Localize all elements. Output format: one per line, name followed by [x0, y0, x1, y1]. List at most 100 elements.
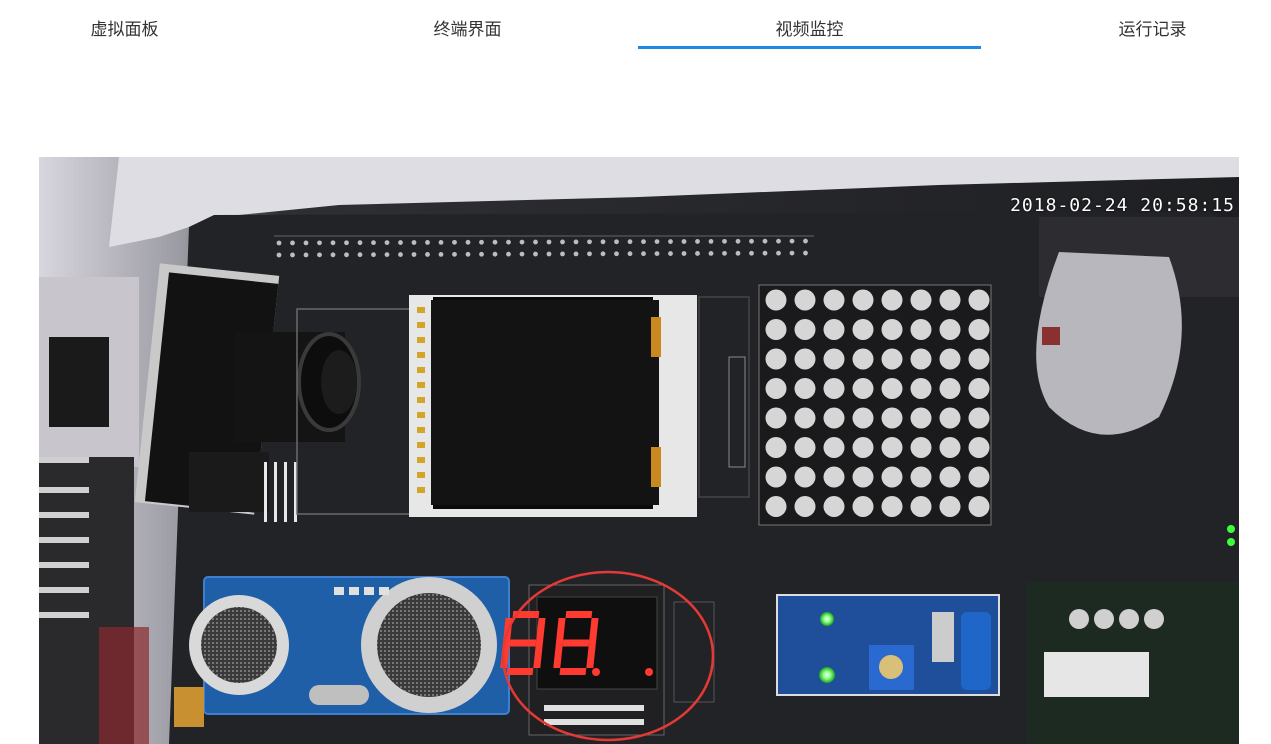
header-pin — [641, 251, 646, 257]
segment — [565, 611, 593, 618]
header-pin — [506, 239, 511, 245]
header-pin — [695, 239, 700, 244]
matrix-led — [910, 289, 932, 311]
header-pin — [735, 250, 741, 256]
header-pin — [681, 251, 687, 256]
matrix-led — [881, 289, 903, 311]
matrix-led — [910, 437, 932, 458]
header-pin — [762, 250, 768, 256]
segment — [506, 668, 534, 675]
tab-bar: 虚拟面板 终端界面 视频监控 运行记录 — [0, 0, 1271, 52]
header-pin — [627, 239, 633, 245]
matrix-led — [765, 348, 787, 370]
header-pin — [776, 250, 781, 256]
matrix-led — [939, 466, 961, 488]
matrix-led — [939, 289, 961, 311]
matrix-led — [910, 466, 932, 488]
header-pin — [587, 251, 592, 257]
matrix-led — [794, 407, 816, 429]
header-pin — [371, 252, 376, 258]
matrix-led — [823, 319, 845, 340]
header-pin — [384, 240, 390, 245]
matrix-led — [794, 378, 816, 399]
header-pin — [438, 252, 444, 257]
matrix-led — [823, 466, 845, 488]
header-pin — [303, 240, 309, 246]
matrix-led — [852, 319, 874, 340]
tab-terminal[interactable]: 终端界面 — [296, 0, 639, 49]
matrix-led — [968, 437, 990, 458]
matrix-led — [968, 289, 990, 311]
decimal-point — [592, 668, 600, 676]
matrix-led — [765, 437, 787, 458]
matrix-led — [881, 496, 903, 517]
matrix-led — [881, 407, 903, 429]
video-feed: 2018-02-24 20:58:15 — [39, 157, 1239, 744]
header-pin — [330, 252, 336, 258]
header-pin — [425, 240, 430, 245]
decimal-point — [645, 668, 653, 676]
header-pin — [317, 252, 322, 258]
header-pin — [654, 251, 660, 256]
matrix-led — [794, 289, 816, 311]
header-pin — [519, 239, 525, 245]
matrix-led — [794, 496, 816, 517]
header-pin — [560, 251, 565, 257]
matrix-led — [852, 348, 874, 370]
header-pin — [438, 240, 444, 245]
header-pin — [668, 251, 673, 256]
header-pin — [600, 251, 606, 257]
header-pin — [641, 239, 646, 245]
header-pin — [722, 250, 727, 256]
header-pin — [411, 252, 417, 257]
header-pin — [465, 251, 471, 257]
header-pin — [479, 239, 484, 245]
matrix-led — [794, 348, 816, 370]
header-pin — [452, 239, 457, 245]
header-pin — [681, 239, 687, 244]
matrix-led — [881, 437, 903, 458]
header-pin — [398, 252, 403, 257]
header-pin — [411, 240, 417, 245]
matrix-led — [823, 437, 845, 458]
header-pin — [533, 251, 538, 257]
header-pin — [533, 239, 538, 245]
header-pin — [573, 239, 579, 245]
segment — [562, 639, 590, 647]
header-pin — [492, 239, 498, 245]
matrix-led — [910, 319, 932, 340]
header-pin — [708, 239, 714, 244]
header-pin — [735, 238, 741, 244]
matrix-led — [765, 378, 787, 399]
matrix-led — [852, 437, 874, 458]
tab-video-monitor[interactable]: 视频监控 — [638, 0, 981, 49]
header-pin — [587, 239, 592, 245]
matrix-led — [881, 319, 903, 340]
tab-virtual-panel[interactable]: 虚拟面板 — [0, 0, 296, 49]
matrix-led — [823, 378, 845, 399]
header-pin — [776, 238, 781, 244]
matrix-led — [910, 496, 932, 517]
segment — [509, 639, 537, 647]
matrix-led — [852, 378, 874, 399]
header-pin — [546, 239, 552, 245]
matrix-led — [968, 319, 990, 340]
matrix-led — [968, 348, 990, 370]
header-pin — [344, 240, 349, 246]
matrix-led — [823, 496, 845, 517]
header-pin — [452, 251, 457, 257]
header-pin — [762, 238, 768, 244]
header-pin — [425, 252, 430, 257]
matrix-led — [852, 496, 874, 517]
matrix-led — [939, 437, 961, 458]
matrix-led — [939, 407, 961, 429]
matrix-led — [765, 496, 787, 517]
header-pin — [398, 240, 403, 245]
header-pin — [290, 240, 295, 246]
matrix-led — [794, 437, 816, 458]
matrix-led — [968, 378, 990, 399]
tab-run-log[interactable]: 运行记录 — [981, 0, 1271, 49]
matrix-led — [852, 407, 874, 429]
matrix-led — [852, 289, 874, 311]
header-pin — [519, 251, 525, 257]
